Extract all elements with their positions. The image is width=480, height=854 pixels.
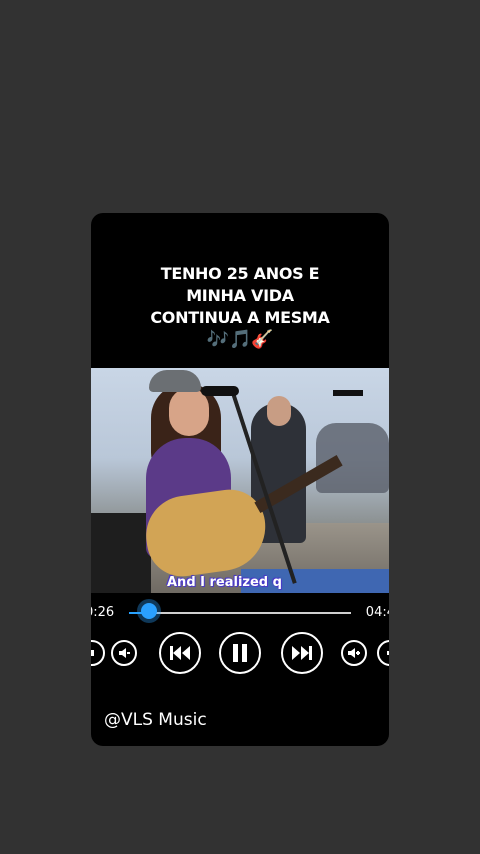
time-elapsed: 0:26 (91, 605, 115, 620)
video-card: TENHO 25 ANOS E MINHA VIDA CONTINUA A ME… (91, 213, 389, 746)
partial-right-icon[interactable] (377, 640, 389, 666)
microphone-2 (333, 390, 363, 396)
amplifier (91, 513, 151, 593)
seek-knob[interactable] (140, 603, 157, 619)
caption-line-3: CONTINUA A MESMA (150, 308, 330, 327)
caption-line-1: TENHO 25 ANOS E (160, 264, 320, 283)
volume-up-icon[interactable] (341, 640, 367, 666)
microphone (201, 386, 239, 396)
partial-left-icon[interactable] (91, 640, 105, 666)
caption-emoji: 🎶🎵🎸 (206, 329, 274, 350)
caption-line-2: MINHA VIDA (186, 286, 294, 305)
next-icon[interactable] (281, 632, 323, 674)
audience (316, 423, 389, 493)
singer-hat (149, 370, 201, 392)
pause-icon[interactable] (219, 632, 261, 674)
previous-icon[interactable] (159, 632, 201, 674)
time-total: 04:4 (365, 605, 389, 620)
video-frame[interactable]: And I realized q (91, 368, 389, 593)
watermark: @VLS Music (104, 710, 207, 730)
seek-bar[interactable] (129, 612, 351, 614)
guitarist-face (267, 396, 291, 426)
volume-down-icon[interactable] (111, 640, 137, 666)
video-subtitle: And I realized q (167, 575, 282, 590)
overlay-caption: TENHO 25 ANOS E MINHA VIDA CONTINUA A ME… (91, 263, 389, 351)
